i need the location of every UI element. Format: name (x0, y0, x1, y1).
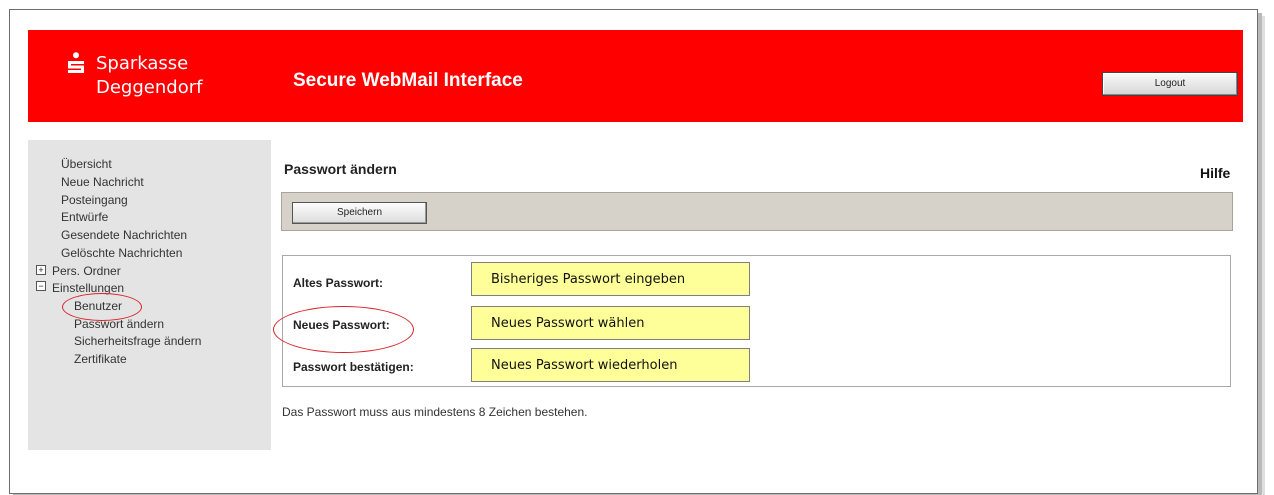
sidebar: Übersicht Neue Nachricht Posteingang Ent… (28, 140, 271, 450)
sidebar-item-geloeschte[interactable]: Gelöschte Nachrichten (61, 246, 182, 260)
old-password-field[interactable]: Bisheriges Passwort eingeben (471, 262, 750, 296)
logout-button[interactable]: Logout (1102, 72, 1238, 96)
confirm-password-field[interactable]: Neues Passwort wiederholen (471, 348, 750, 382)
sidebar-item-neue-nachricht[interactable]: Neue Nachricht (61, 175, 144, 189)
password-form: Altes Passwort: Bisheriges Passwort eing… (282, 255, 1231, 387)
old-password-label: Altes Passwort: (293, 276, 384, 290)
app-title: Secure WebMail Interface (293, 70, 523, 91)
annotation-ellipse-benutzer (62, 293, 142, 321)
annotation-ellipse-neues-passwort (273, 306, 414, 353)
toolbar: Speichern (281, 192, 1233, 231)
save-button[interactable]: Speichern (292, 202, 427, 224)
expand-icon[interactable]: + (36, 265, 46, 275)
sidebar-folder-pers-ordner[interactable]: Pers. Ordner (52, 264, 121, 278)
brand-name: Sparkasse Deggendorf (96, 52, 202, 100)
brand-line-1: Sparkasse (96, 53, 189, 74)
help-link[interactable]: Hilfe (1200, 165, 1230, 181)
sidebar-item-zertifikate[interactable]: Zertifikate (74, 352, 127, 366)
confirm-password-label: Passwort bestätigen: (293, 360, 414, 374)
brand-line-2: Deggendorf (96, 77, 203, 98)
sparkasse-s-icon (68, 52, 84, 73)
collapse-icon[interactable]: − (36, 281, 46, 291)
sidebar-item-uebersicht[interactable]: Übersicht (61, 157, 112, 171)
sidebar-item-entwuerfe[interactable]: Entwürfe (61, 210, 108, 224)
new-password-field[interactable]: Neues Passwort wählen (471, 306, 750, 340)
sidebar-item-sicherheitsfrage[interactable]: Sicherheitsfrage ändern (74, 334, 201, 348)
header-bar: Sparkasse Deggendorf Secure WebMail Inte… (28, 30, 1243, 122)
password-hint: Das Passwort muss aus mindestens 8 Zeich… (282, 405, 588, 419)
sidebar-item-gesendete[interactable]: Gesendete Nachrichten (61, 228, 187, 242)
page-title: Passwort ändern (284, 161, 397, 177)
sidebar-item-posteingang[interactable]: Posteingang (61, 193, 128, 207)
